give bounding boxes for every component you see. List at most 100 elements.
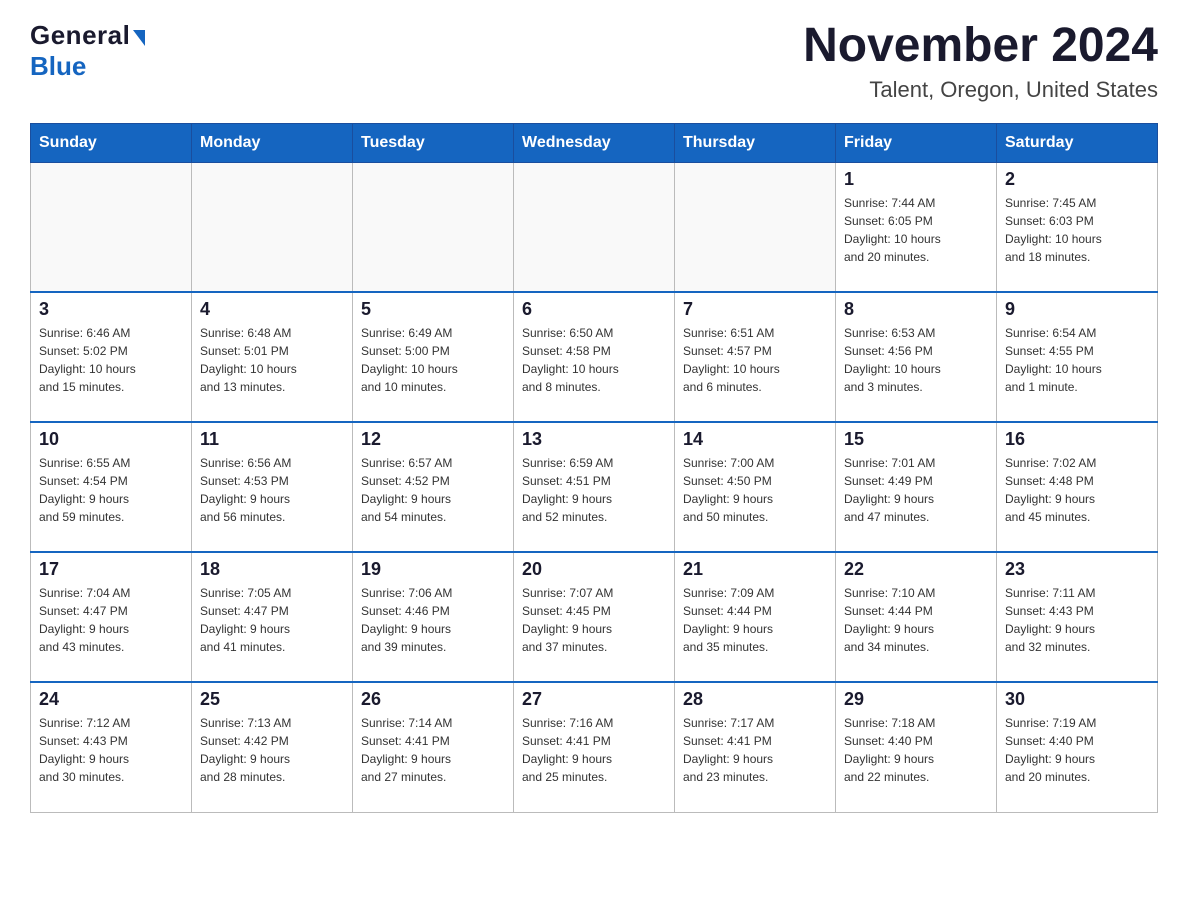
day-number: 4 [200, 299, 344, 320]
day-of-week-header: Tuesday [353, 123, 514, 162]
day-of-week-header: Friday [836, 123, 997, 162]
calendar-cell: 20Sunrise: 7:07 AM Sunset: 4:45 PM Dayli… [514, 552, 675, 682]
day-info: Sunrise: 6:57 AM Sunset: 4:52 PM Dayligh… [361, 454, 505, 526]
day-info: Sunrise: 6:59 AM Sunset: 4:51 PM Dayligh… [522, 454, 666, 526]
calendar-cell: 27Sunrise: 7:16 AM Sunset: 4:41 PM Dayli… [514, 682, 675, 812]
calendar-cell: 28Sunrise: 7:17 AM Sunset: 4:41 PM Dayli… [675, 682, 836, 812]
calendar-cell: 21 Sunrise: 7:09 AM Sunset: 4:44 PM Dayli… [675, 552, 836, 682]
logo-general-text: General [30, 20, 130, 51]
calendar-cell: 17 Sunrise: 7:04 AM Sunset: 4:47 PM Dayli… [31, 552, 192, 682]
day-info: Sunrise: 7:10 AM Sunset: 4:44 PM Dayligh… [844, 584, 988, 656]
day-info: Sunrise: 6:53 AM Sunset: 4:56 PM Dayligh… [844, 324, 988, 396]
day-number: 13 [522, 429, 666, 450]
calendar-cell: 13 Sunrise: 6:59 AM Sunset: 4:51 PM Dayli… [514, 422, 675, 552]
day-info: Sunrise: 6:55 AM Sunset: 4:54 PM Dayligh… [39, 454, 183, 526]
calendar-cell: 12Sunrise: 6:57 AM Sunset: 4:52 PM Dayli… [353, 422, 514, 552]
day-number: 27 [522, 689, 666, 710]
calendar-cell: 10 Sunrise: 6:55 AM Sunset: 4:54 PM Dayli… [31, 422, 192, 552]
day-info: Sunrise: 7:09 AM Sunset: 4:44 PM Dayligh… [683, 584, 827, 656]
day-of-week-header: Sunday [31, 123, 192, 162]
day-info: Sunrise: 7:04 AM Sunset: 4:47 PM Dayligh… [39, 584, 183, 656]
day-number: 21 [683, 559, 827, 580]
day-number: 26 [361, 689, 505, 710]
calendar-cell: 24 Sunrise: 7:12 AM Sunset: 4:43 PM Dayli… [31, 682, 192, 812]
day-of-week-header: Thursday [675, 123, 836, 162]
day-of-week-header: Monday [192, 123, 353, 162]
page-header: General Blue November 2024 Talent, Orego… [30, 20, 1158, 103]
day-info: Sunrise: 6:50 AM Sunset: 4:58 PM Dayligh… [522, 324, 666, 396]
calendar-cell: 16Sunrise: 7:02 AM Sunset: 4:48 PM Dayli… [997, 422, 1158, 552]
day-info: Sunrise: 7:13 AM Sunset: 4:42 PM Dayligh… [200, 714, 344, 786]
calendar-cell: 6 Sunrise: 6:50 AM Sunset: 4:58 PM Daylig… [514, 292, 675, 422]
calendar-cell: 9 Sunrise: 6:54 AM Sunset: 4:55 PM Daylig… [997, 292, 1158, 422]
day-info: Sunrise: 7:07 AM Sunset: 4:45 PM Dayligh… [522, 584, 666, 656]
day-info: Sunrise: 7:01 AM Sunset: 4:49 PM Dayligh… [844, 454, 988, 526]
day-info: Sunrise: 7:06 AM Sunset: 4:46 PM Dayligh… [361, 584, 505, 656]
day-number: 7 [683, 299, 827, 320]
day-of-week-header: Wednesday [514, 123, 675, 162]
calendar-cell: 2 Sunrise: 7:45 AM Sunset: 6:03 PM Daylig… [997, 162, 1158, 292]
day-info: Sunrise: 7:45 AM Sunset: 6:03 PM Dayligh… [1005, 194, 1149, 266]
calendar-cell [353, 162, 514, 292]
calendar-cell: 5 Sunrise: 6:49 AM Sunset: 5:00 PM Daylig… [353, 292, 514, 422]
calendar-cell: 3 Sunrise: 6:46 AM Sunset: 5:02 PM Daylig… [31, 292, 192, 422]
day-info: Sunrise: 7:44 AM Sunset: 6:05 PM Dayligh… [844, 194, 988, 266]
logo-blue-text: Blue [30, 51, 86, 82]
day-number: 15 [844, 429, 988, 450]
calendar-cell: 19 Sunrise: 7:06 AM Sunset: 4:46 PM Dayli… [353, 552, 514, 682]
day-info: Sunrise: 6:46 AM Sunset: 5:02 PM Dayligh… [39, 324, 183, 396]
day-info: Sunrise: 7:18 AM Sunset: 4:40 PM Dayligh… [844, 714, 988, 786]
day-number: 17 [39, 559, 183, 580]
calendar-subtitle: Talent, Oregon, United States [803, 77, 1158, 103]
day-info: Sunrise: 7:19 AM Sunset: 4:40 PM Dayligh… [1005, 714, 1149, 786]
day-info: Sunrise: 7:17 AM Sunset: 4:41 PM Dayligh… [683, 714, 827, 786]
day-info: Sunrise: 6:51 AM Sunset: 4:57 PM Dayligh… [683, 324, 827, 396]
day-info: Sunrise: 7:14 AM Sunset: 4:41 PM Dayligh… [361, 714, 505, 786]
day-number: 19 [361, 559, 505, 580]
day-info: Sunrise: 7:00 AM Sunset: 4:50 PM Dayligh… [683, 454, 827, 526]
day-number: 9 [1005, 299, 1149, 320]
day-number: 3 [39, 299, 183, 320]
calendar-header-row: SundayMondayTuesdayWednesdayThursdayFrid… [31, 123, 1158, 162]
day-info: Sunrise: 6:49 AM Sunset: 5:00 PM Dayligh… [361, 324, 505, 396]
calendar-cell: 26 Sunrise: 7:14 AM Sunset: 4:41 PM Dayli… [353, 682, 514, 812]
day-number: 6 [522, 299, 666, 320]
calendar-cell: 11Sunrise: 6:56 AM Sunset: 4:53 PM Dayli… [192, 422, 353, 552]
calendar-cell: 23Sunrise: 7:11 AM Sunset: 4:43 PM Dayli… [997, 552, 1158, 682]
day-info: Sunrise: 7:02 AM Sunset: 4:48 PM Dayligh… [1005, 454, 1149, 526]
day-number: 24 [39, 689, 183, 710]
day-info: Sunrise: 7:05 AM Sunset: 4:47 PM Dayligh… [200, 584, 344, 656]
calendar-cell: 15 Sunrise: 7:01 AM Sunset: 4:49 PM Dayli… [836, 422, 997, 552]
day-number: 22 [844, 559, 988, 580]
calendar-cell: 14 Sunrise: 7:00 AM Sunset: 4:50 PM Dayli… [675, 422, 836, 552]
day-number: 18 [200, 559, 344, 580]
calendar-week-row: 10 Sunrise: 6:55 AM Sunset: 4:54 PM Dayli… [31, 422, 1158, 552]
calendar-week-row: 17 Sunrise: 7:04 AM Sunset: 4:47 PM Dayli… [31, 552, 1158, 682]
day-number: 14 [683, 429, 827, 450]
day-number: 23 [1005, 559, 1149, 580]
title-block: November 2024 Talent, Oregon, United Sta… [803, 20, 1158, 103]
calendar-week-row: 3 Sunrise: 6:46 AM Sunset: 5:02 PM Daylig… [31, 292, 1158, 422]
calendar-cell [31, 162, 192, 292]
calendar-week-row: 1 Sunrise: 7:44 AM Sunset: 6:05 PM Daylig… [31, 162, 1158, 292]
calendar-cell: 8 Sunrise: 6:53 AM Sunset: 4:56 PM Daylig… [836, 292, 997, 422]
day-number: 30 [1005, 689, 1149, 710]
day-number: 8 [844, 299, 988, 320]
logo-arrow-icon [133, 30, 145, 46]
day-number: 2 [1005, 169, 1149, 190]
calendar-cell: 30 Sunrise: 7:19 AM Sunset: 4:40 PM Dayli… [997, 682, 1158, 812]
calendar-cell: 4Sunrise: 6:48 AM Sunset: 5:01 PM Daylig… [192, 292, 353, 422]
day-number: 5 [361, 299, 505, 320]
day-info: Sunrise: 6:56 AM Sunset: 4:53 PM Dayligh… [200, 454, 344, 526]
day-info: Sunrise: 7:12 AM Sunset: 4:43 PM Dayligh… [39, 714, 183, 786]
day-number: 10 [39, 429, 183, 450]
day-info: Sunrise: 6:54 AM Sunset: 4:55 PM Dayligh… [1005, 324, 1149, 396]
calendar-title: November 2024 [803, 20, 1158, 73]
calendar-table: SundayMondayTuesdayWednesdayThursdayFrid… [30, 123, 1158, 813]
calendar-cell [675, 162, 836, 292]
calendar-cell: 1 Sunrise: 7:44 AM Sunset: 6:05 PM Daylig… [836, 162, 997, 292]
day-number: 1 [844, 169, 988, 190]
calendar-week-row: 24 Sunrise: 7:12 AM Sunset: 4:43 PM Dayli… [31, 682, 1158, 812]
calendar-cell [192, 162, 353, 292]
day-number: 29 [844, 689, 988, 710]
